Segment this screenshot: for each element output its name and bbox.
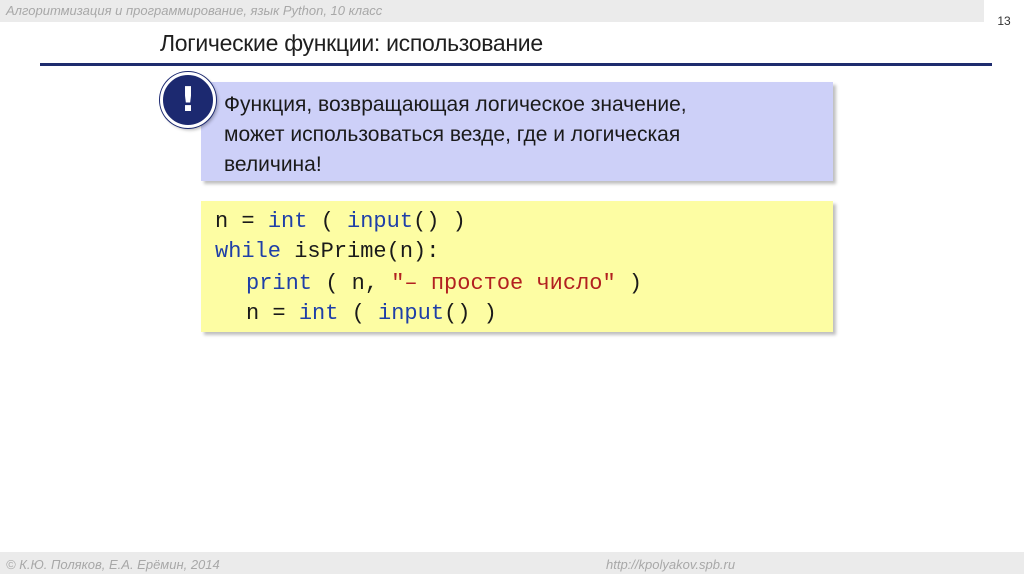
note-line-3: величина!	[224, 153, 322, 176]
code-token-builtin: input	[378, 301, 445, 326]
code-token: isPrime(n):	[281, 239, 440, 264]
code-token: () )	[444, 301, 497, 326]
copyright: © К.Ю. Поляков, Е.А. Ерёмин, 2014	[6, 557, 220, 572]
code-token-keyword: while	[215, 239, 282, 264]
code-token-builtin: print	[246, 271, 313, 296]
code-token: )	[615, 271, 643, 296]
course-title: Алгоритмизация и программирование, язык …	[6, 3, 383, 18]
code-token: n	[215, 209, 229, 234]
title-rule	[40, 63, 992, 66]
code-token: () )	[413, 209, 466, 234]
code-token: ( n,	[312, 271, 392, 296]
code-token: n	[246, 301, 260, 326]
code-token-string: "– простое число"	[391, 271, 616, 296]
code-token-builtin: input	[347, 209, 414, 234]
page-number: 13	[997, 14, 1011, 28]
note-line-1: Функция, возвращающая логическое значени…	[224, 93, 687, 116]
note-text: Функция, возвращающая логическое значени…	[224, 90, 824, 180]
code-token-builtin: int	[267, 209, 308, 234]
code-line-1: n = int ( input() )	[215, 207, 466, 237]
code-token-builtin: int	[298, 301, 339, 326]
code-token: (	[338, 301, 379, 326]
code-token: =	[259, 301, 299, 326]
site-url-link[interactable]: http://kpolyakov.spb.ru	[606, 557, 735, 572]
code-token: =	[228, 209, 268, 234]
code-line-3: print ( n, "– простое число" )	[246, 269, 642, 299]
slide-title: Логические функции: использование	[160, 30, 543, 56]
code-line-4: n = int ( input() )	[246, 299, 497, 329]
code-line-2: while isPrime(n):	[215, 237, 439, 267]
exclamation-icon: !	[160, 72, 216, 128]
code-token: (	[307, 209, 348, 234]
note-line-2: может использоваться везде, где и логиче…	[224, 123, 681, 146]
